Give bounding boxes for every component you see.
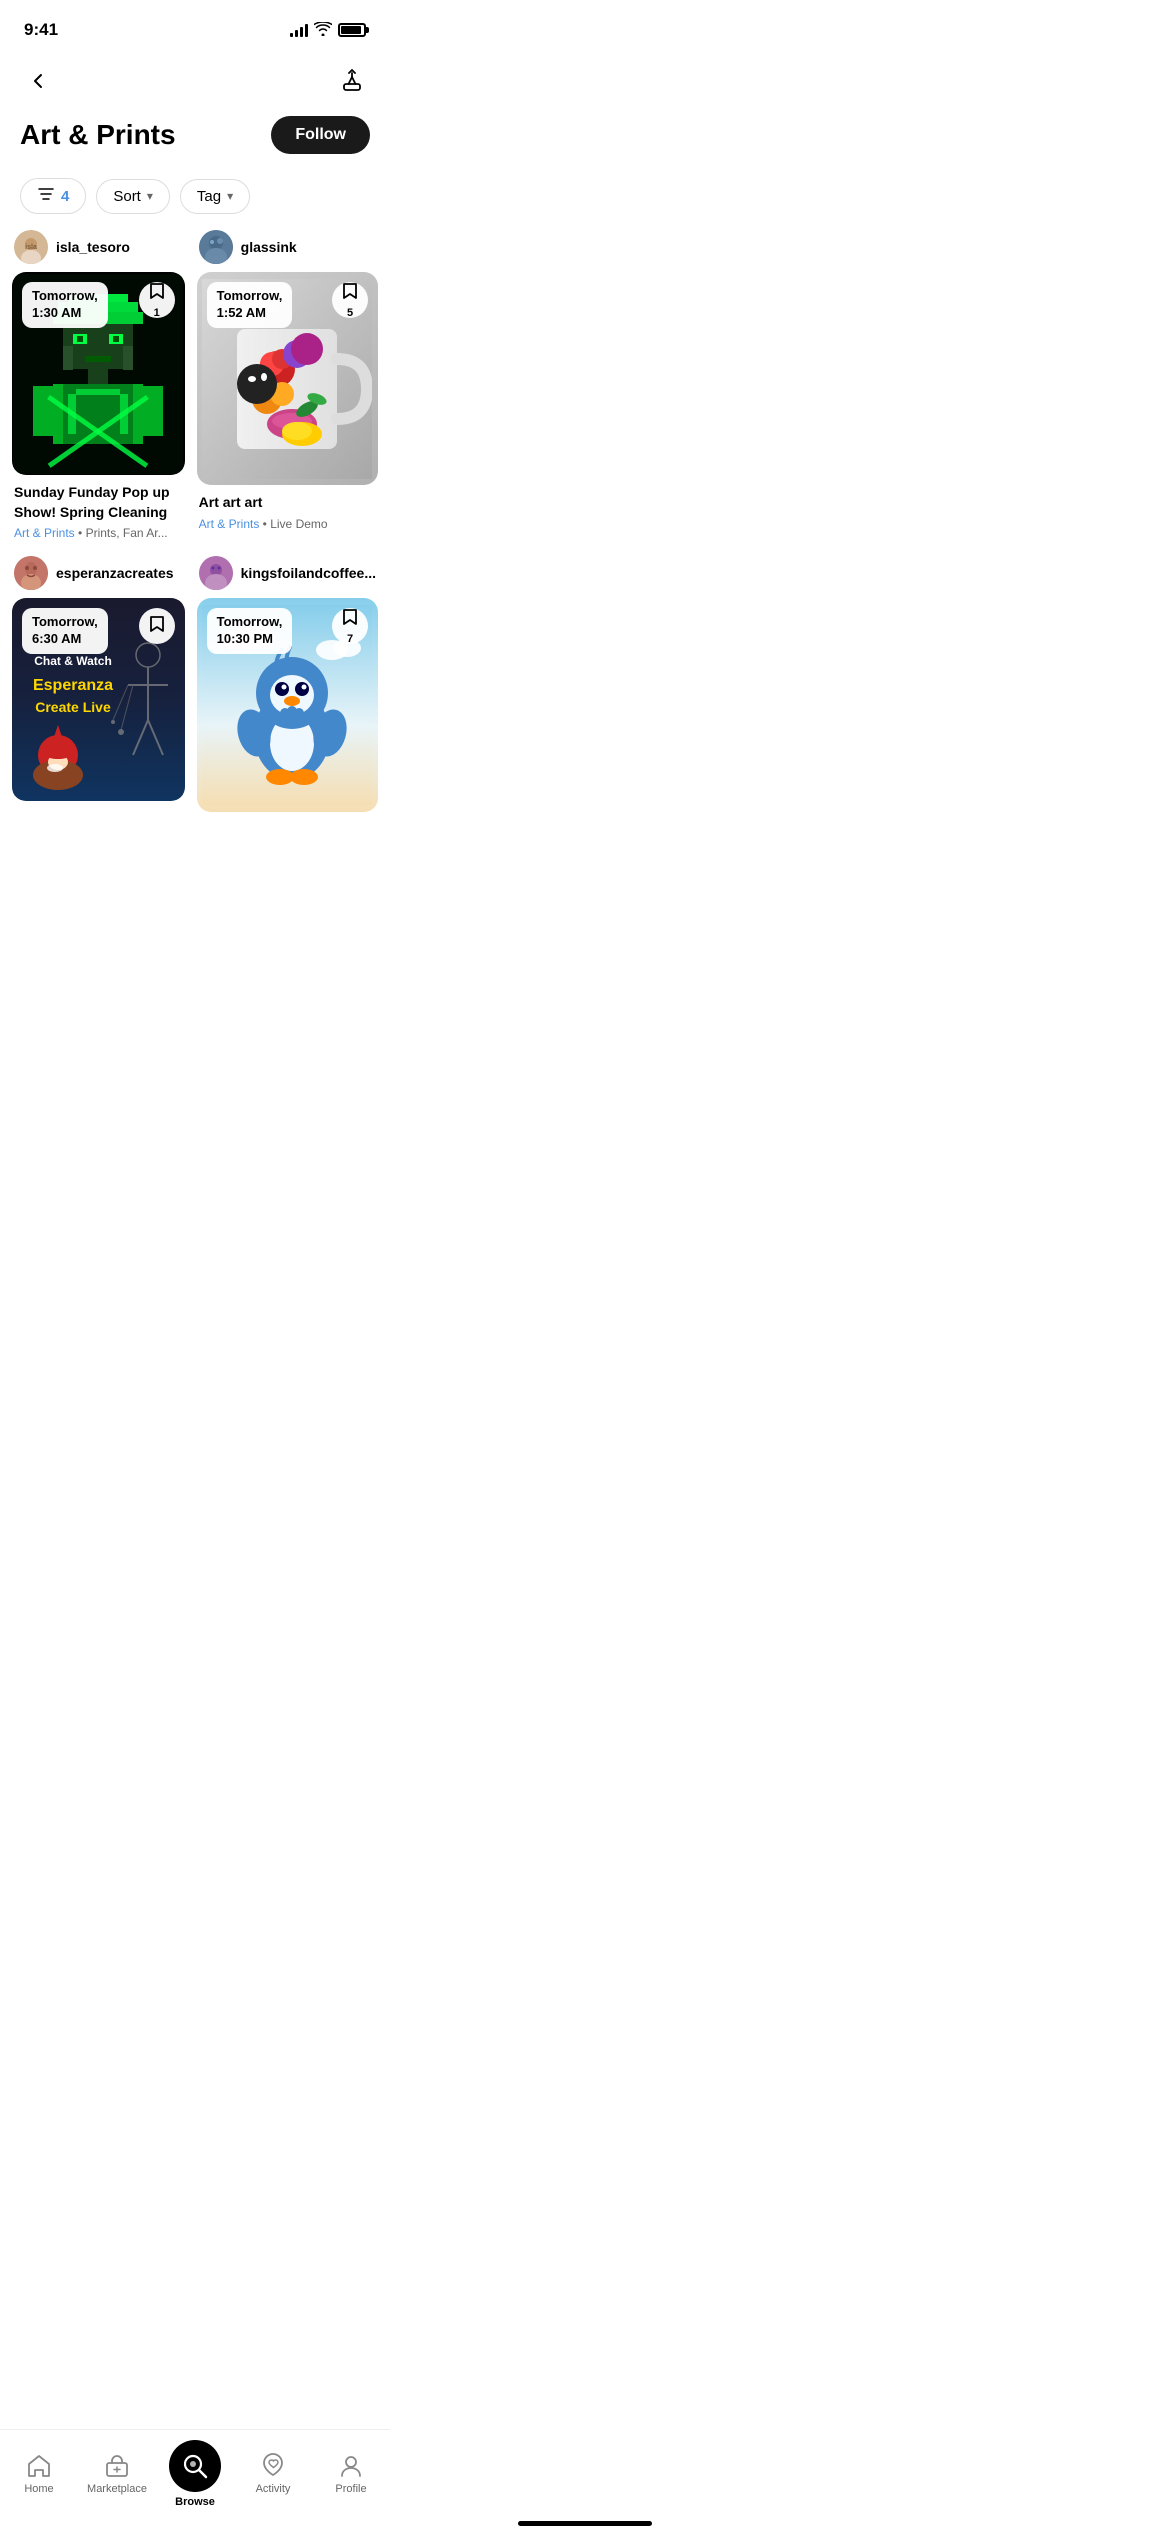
back-button[interactable] (20, 63, 56, 99)
username-esperanza: esperanzacreates (56, 565, 174, 581)
bookmark-btn-glassink[interactable]: 5 (332, 282, 368, 318)
card-tag-sep-isla: • (78, 526, 86, 540)
username-isla: isla_tesoro (56, 239, 130, 255)
nav-home-label: Home (24, 2483, 53, 2495)
status-time: 9:41 (24, 20, 58, 40)
bookmark-btn-isla[interactable]: 1 (139, 282, 175, 318)
sort-chevron-icon: ▾ (147, 189, 153, 203)
tag-chevron-icon: ▾ (227, 189, 233, 203)
card-info-esperanza (12, 801, 185, 813)
svg-text:isla: isla (25, 244, 37, 251)
sort-label: Sort (113, 188, 141, 205)
avatar-esperanza (14, 556, 48, 590)
card-grid: isla isla_tesoro (0, 230, 390, 824)
content-wrap: Art & Prints Follow 4 Sort ▾ Tag ▾ (0, 108, 390, 924)
card-info-kings (197, 812, 378, 824)
bookmark-icon (149, 282, 165, 305)
top-nav (0, 54, 390, 108)
nav-activity[interactable]: Activity (243, 2453, 303, 2495)
card-tag-primary-glassink[interactable]: Art & Prints (199, 517, 260, 531)
card-user-row-esperanza: esperanzacreates (12, 556, 185, 590)
time-badge-glassink: Tomorrow,1:52 AM (207, 282, 293, 328)
status-icons (290, 22, 366, 39)
nav-profile[interactable]: Profile (321, 2453, 381, 2495)
avatar-kings (199, 556, 233, 590)
svg-text:Esperanza: Esperanza (33, 677, 113, 694)
filter-count: 4 (61, 188, 69, 205)
svg-text:Create Live: Create Live (36, 699, 112, 715)
bookmark-btn-esperanza[interactable] (139, 608, 175, 644)
bottom-nav: Home Marketplace Browse (0, 2429, 390, 2532)
page-header: Art & Prints Follow (0, 108, 390, 170)
filter-bar: 4 Sort ▾ Tag ▾ (0, 170, 390, 230)
card-image-isla: Tomorrow,1:30 AM 1 (12, 272, 185, 475)
signal-icon (290, 23, 308, 37)
profile-icon (338, 2453, 364, 2479)
filter-icon (37, 187, 55, 205)
bookmark-count-isla: 1 (154, 307, 160, 319)
status-bar: 9:41 (0, 0, 390, 54)
card-glassink[interactable]: glassink (197, 230, 378, 544)
home-icon (26, 2453, 52, 2479)
card-tag-secondary-isla: Prints, Fan Ar... (86, 526, 168, 540)
time-badge-isla: Tomorrow,1:30 AM (22, 282, 108, 328)
avatar-isla: isla (14, 230, 48, 264)
card-image-esperanza: Chat & Watch Esperanza Create Live Tomor… (12, 598, 185, 801)
share-button[interactable] (334, 63, 370, 99)
card-tag-primary-isla[interactable]: Art & Prints (14, 526, 75, 540)
nav-browse-label: Browse (175, 2496, 215, 2508)
bookmark-icon-esp (149, 615, 165, 638)
time-badge-kings: Tomorrow,10:30 PM (207, 608, 293, 654)
card-esperanza[interactable]: esperanzacreates (12, 556, 185, 823)
battery-icon (338, 23, 366, 37)
nav-marketplace-label: Marketplace (87, 2483, 147, 2495)
card-user-row: isla isla_tesoro (12, 230, 185, 264)
username-kings: kingsfoilandcoffee... (241, 565, 376, 581)
home-indicator (518, 2521, 652, 2526)
card-isla-tesoro[interactable]: isla isla_tesoro (12, 230, 185, 544)
card-user-row-glassink: glassink (197, 230, 378, 264)
sort-button[interactable]: Sort ▾ (96, 179, 170, 214)
avatar-glassink (199, 230, 233, 264)
nav-activity-label: Activity (256, 2483, 291, 2495)
card-tags-isla: Art & Prints • Prints, Fan Ar... (14, 526, 183, 540)
svg-text:Chat & Watch: Chat & Watch (35, 654, 113, 668)
wifi-icon (314, 22, 332, 39)
nav-browse[interactable]: Browse (165, 2440, 225, 2508)
bookmark-count-kings: 7 (347, 633, 353, 645)
card-title-isla: Sunday Funday Pop up Show! Spring Cleani… (14, 483, 183, 522)
bookmark-icon-kings (342, 608, 358, 631)
username-glassink: glassink (241, 239, 297, 255)
page-title: Art & Prints (20, 119, 176, 151)
card-tag-secondary-glassink: Live Demo (270, 517, 327, 531)
bookmark-count-glassink: 5 (347, 307, 353, 319)
filter-count-button[interactable]: 4 (20, 178, 86, 214)
nav-marketplace[interactable]: Marketplace (87, 2453, 147, 2495)
card-user-row-kings: kingsfoilandcoffee... (197, 556, 378, 590)
card-image-kings: Tomorrow,10:30 PM 7 (197, 598, 378, 811)
card-info-glassink: Art art art Art & Prints • Live Demo (197, 485, 378, 535)
browse-circle (169, 2440, 221, 2492)
card-tags-glassink: Art & Prints • Live Demo (199, 517, 376, 531)
bookmark-icon-glass (342, 282, 358, 305)
nav-profile-label: Profile (335, 2483, 366, 2495)
card-title-glassink: Art art art (199, 493, 376, 513)
card-info-isla: Sunday Funday Pop up Show! Spring Cleani… (12, 475, 185, 544)
time-badge-esperanza: Tomorrow,6:30 AM (22, 608, 108, 654)
marketplace-icon (104, 2453, 130, 2479)
tag-label: Tag (197, 188, 221, 205)
follow-button[interactable]: Follow (271, 116, 370, 154)
tag-button[interactable]: Tag ▾ (180, 179, 250, 214)
nav-home[interactable]: Home (9, 2453, 69, 2495)
activity-icon (260, 2453, 286, 2479)
card-kings[interactable]: kingsfoilandcoffee... (197, 556, 378, 823)
card-image-glassink: Tomorrow,1:52 AM 5 (197, 272, 378, 485)
